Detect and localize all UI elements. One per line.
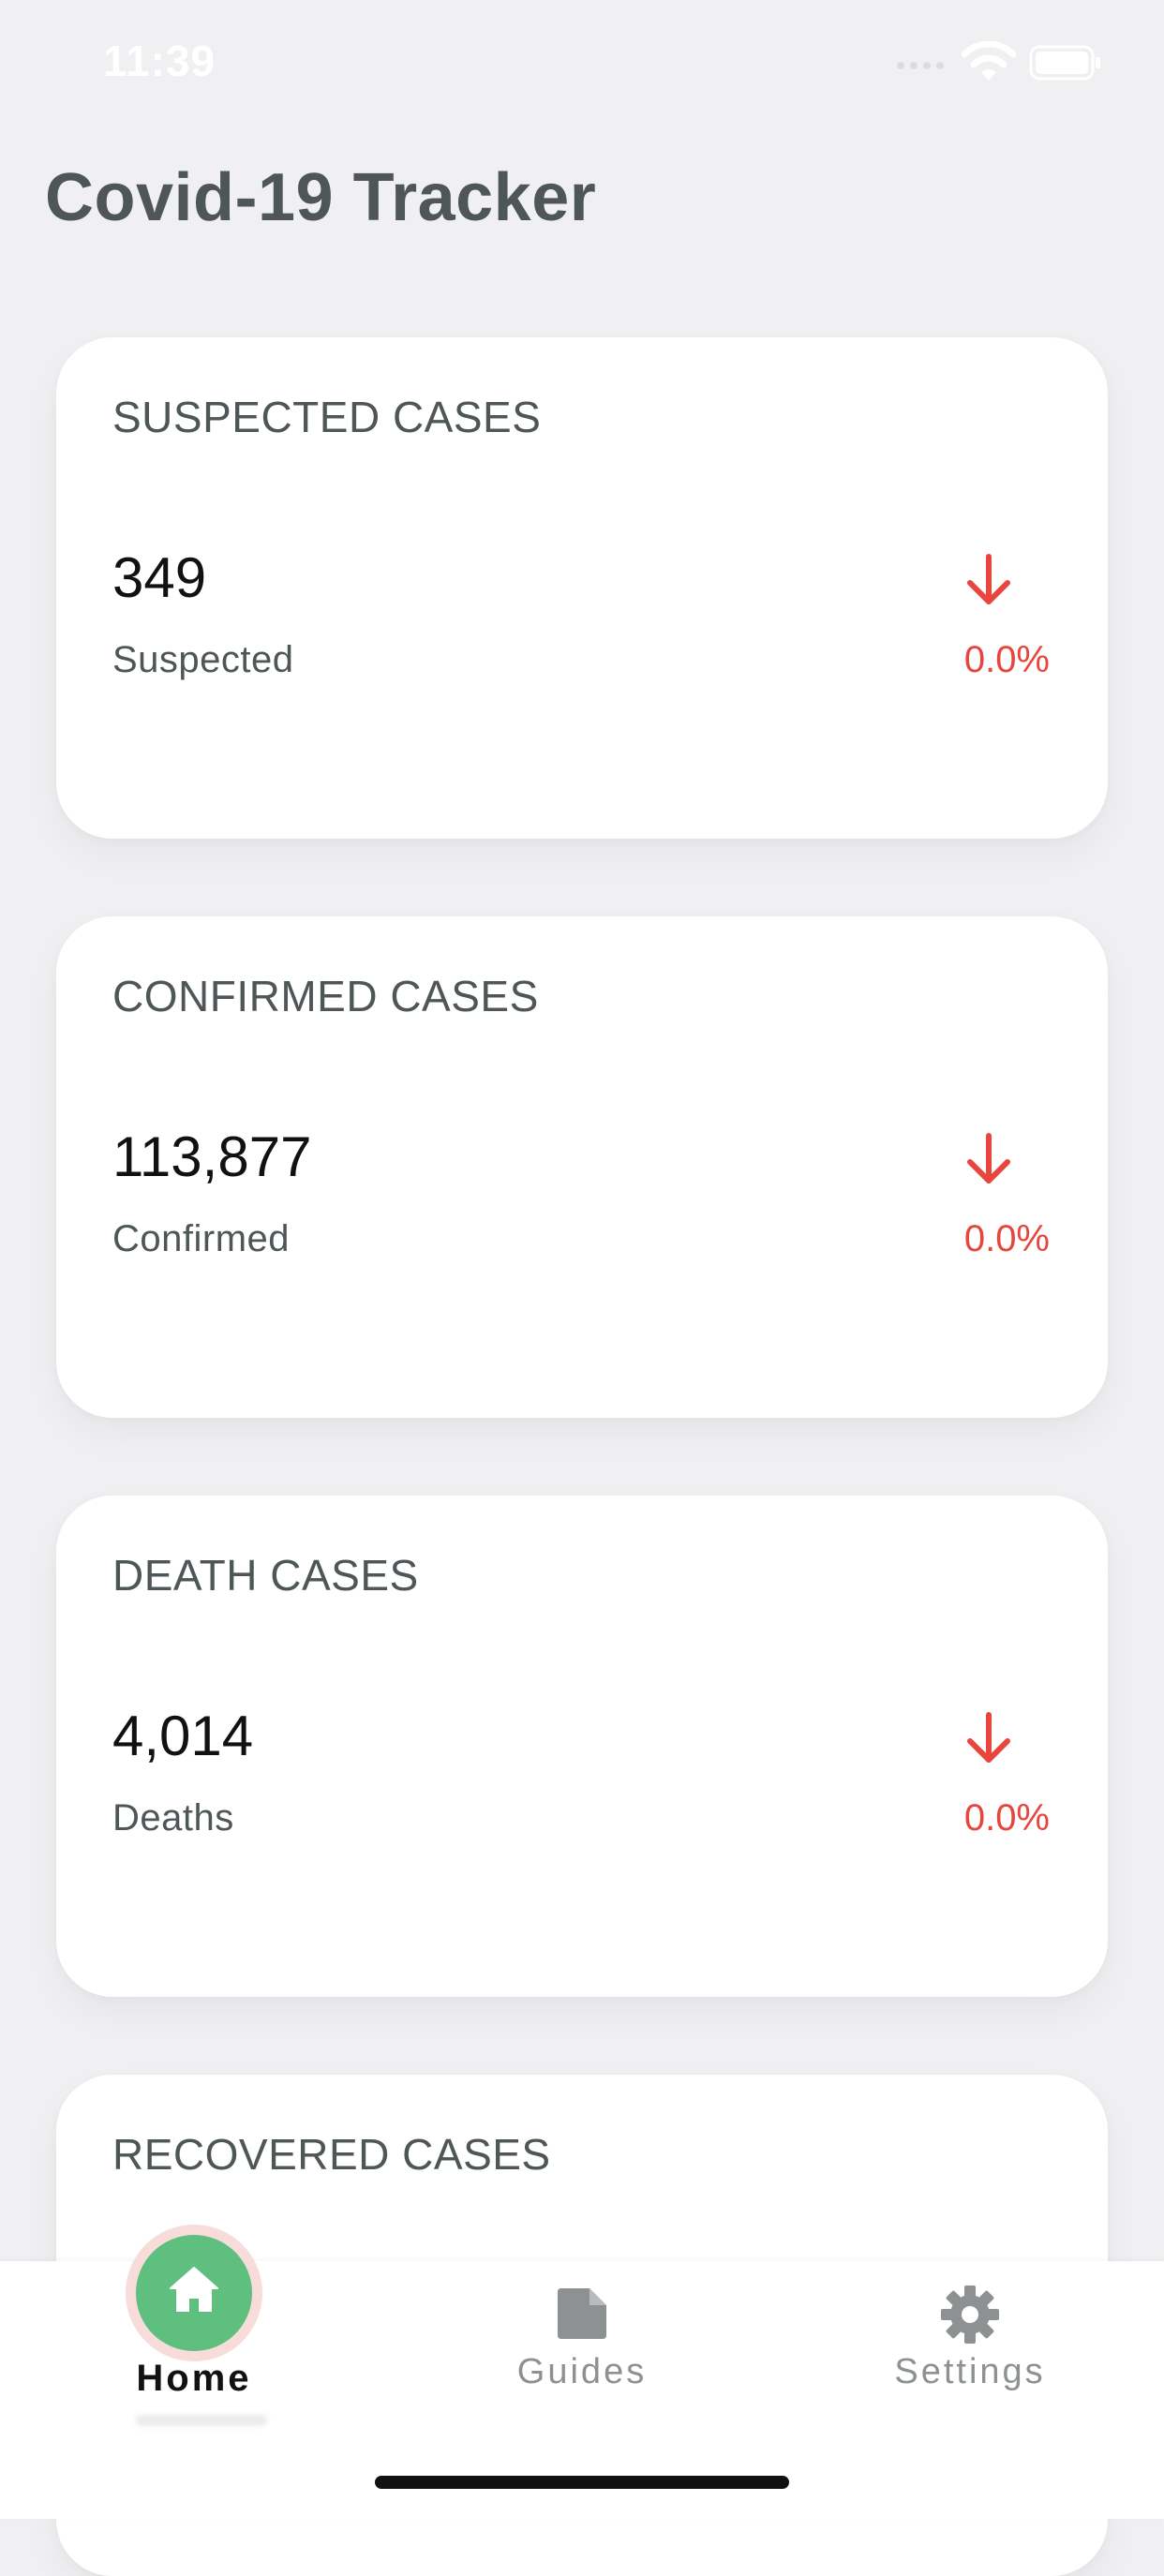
- card-title: DEATH CASES: [112, 1551, 419, 1600]
- confirmed-count: 113,877: [112, 1125, 312, 1188]
- home-indicator: [375, 2476, 789, 2489]
- change-percent: 0.0%: [963, 1218, 1050, 1259]
- card-label: Deaths: [112, 1797, 234, 1839]
- arrow-down-icon: [967, 1133, 1010, 1184]
- tab-settings-label: Settings: [894, 2352, 1046, 2391]
- cellular-signal-icon: [897, 62, 944, 69]
- suspected-count: 349: [112, 546, 207, 609]
- tab-home-label[interactable]: Home: [94, 2358, 294, 2400]
- arrow-down-icon: [967, 1712, 1010, 1763]
- tab-guides-label: Guides: [516, 2352, 648, 2391]
- death-cases-card[interactable]: DEATH CASES 4,014 Deaths 0.0%: [56, 1496, 1108, 1997]
- change-percent: 0.0%: [963, 1797, 1050, 1839]
- card-title: RECOVERED CASES: [112, 2130, 551, 2179]
- tab-settings[interactable]: Settings: [848, 2285, 1092, 2397]
- card-title: SUSPECTED CASES: [112, 393, 542, 441]
- card-title: CONFIRMED CASES: [112, 972, 539, 1020]
- arrow-down-icon: [967, 554, 1010, 604]
- deaths-count: 4,014: [112, 1705, 254, 1767]
- card-label: Confirmed: [112, 1218, 291, 1259]
- confirmed-cases-card[interactable]: CONFIRMED CASES 113,877 Confirmed 0.0%: [56, 916, 1108, 1418]
- home-icon: [170, 2267, 218, 2312]
- suspected-cases-card[interactable]: SUSPECTED CASES 349 Suspected 0.0%: [56, 337, 1108, 839]
- active-tab-indicator: [136, 2415, 267, 2426]
- tab-guides[interactable]: Guides: [460, 2285, 704, 2397]
- page-title: Covid-19 Tracker: [45, 160, 597, 235]
- document-icon: [558, 2288, 606, 2339]
- wifi-icon: [961, 41, 1017, 81]
- battery-icon: [1029, 45, 1100, 81]
- card-label: Suspected: [112, 639, 294, 680]
- gear-icon: [941, 2286, 999, 2344]
- change-percent: 0.0%: [963, 639, 1050, 680]
- status-bar: 11:39: [0, 0, 1164, 122]
- status-time: 11:39: [103, 37, 216, 85]
